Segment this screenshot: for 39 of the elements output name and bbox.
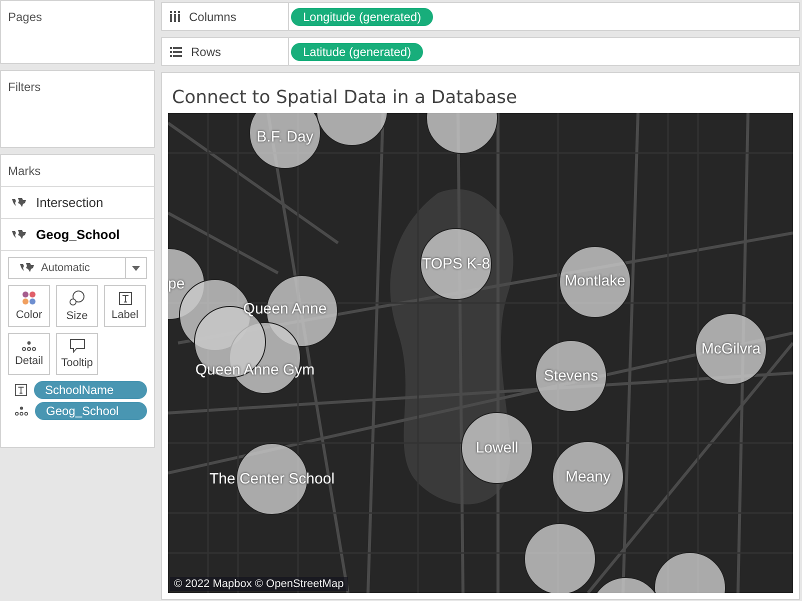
mark-type-dropdown[interactable]: Automatic [8,257,147,279]
text-label-icon [15,384,27,396]
detail-dots-icon [22,341,36,351]
school-label: Meany [565,468,611,486]
world-map-icon [11,196,27,208]
school-label: TOPS K-8 [422,256,490,272]
caret-icon [132,266,140,270]
school-label: pe [168,276,185,292]
filters-title: Filters [8,80,41,94]
columns-icon [170,11,180,22]
map-attribution: © 2022 Mapbox © OpenStreetMap [170,577,348,591]
school-label: Lowell [476,440,518,456]
color-card-button[interactable]: Color [8,285,50,327]
shelf-label: Rows [191,44,222,58]
world-map-icon [11,228,27,240]
detail-card-button[interactable]: Detail [8,333,50,375]
school-map-marker[interactable] [552,441,624,513]
school-map-marker[interactable] [695,313,767,385]
school-label: Stevens [544,368,598,384]
shelf-label: Columns [189,10,236,24]
marks-title: Marks [1,155,154,187]
pages-title: Pages [8,10,42,24]
school-label: Montlake [564,272,626,290]
tooltip-card-button[interactable]: Tooltip [56,333,98,375]
rows-icon [170,46,182,56]
size-circles-icon [69,290,85,306]
speech-bubble-icon [70,339,84,353]
school-label: McGilvra [701,340,761,358]
world-map-icon [19,262,35,274]
color-dots-icon [22,291,36,305]
text-label-icon [118,292,132,304]
marks-layer-tab[interactable]: Intersection [1,187,154,219]
label-card-button[interactable]: Label [104,285,146,327]
size-card-button[interactable]: Size [56,285,98,327]
school-map-marker[interactable] [249,113,321,169]
school-label: B.F. Day [256,128,314,146]
view-title: Connect to Spatial Data in a Database [171,86,518,110]
marks-layer-tab[interactable]: Geog_School [1,219,154,251]
detail-dots-icon [15,406,28,416]
